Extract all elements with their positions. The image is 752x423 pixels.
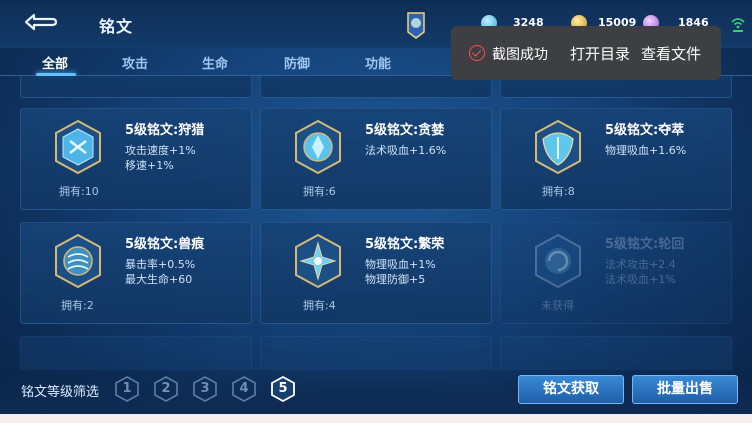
owned-count: 拥有:2 xyxy=(61,299,94,312)
toast-message: 截图成功 xyxy=(492,47,548,63)
level-number: 2 xyxy=(161,381,171,396)
card-stat: 法术吸血+1.6% xyxy=(365,144,447,157)
tab-function[interactable]: 功能 xyxy=(365,53,391,72)
inscription-card[interactable]: 5级铭文:贪婪 法术吸血+1.6% 拥有:6 xyxy=(260,108,492,210)
tab-attack[interactable]: 攻击 xyxy=(122,53,148,72)
owned-count: 拥有:10 xyxy=(59,185,99,198)
inscription-card[interactable]: 5级铭文:夺萃 物理吸血+1.6% 拥有:8 xyxy=(500,108,732,210)
reincarnation-gem-icon xyxy=(535,233,581,289)
inscription-card-locked[interactable]: 5级铭文:轮回 法术攻击+2.4 法术吸血+1% 未获得 xyxy=(500,222,732,324)
level-filter-label: 铭文等级筛选 xyxy=(21,385,100,400)
card-stat: 法术吸血+1% xyxy=(605,273,676,286)
screenshot-toast: 截图成功 打开目录 查看文件 xyxy=(451,26,721,80)
card-name: 5级铭文:兽痕 xyxy=(125,237,205,252)
card-stat: 最大生命+60 xyxy=(125,273,193,286)
inscription-card[interactable]: 5级铭文:狩猎 攻击速度+1% 移速+1% 拥有:10 xyxy=(20,108,252,210)
card-stat: 物理吸血+1.6% xyxy=(605,144,687,157)
tab-life[interactable]: 生命 xyxy=(202,53,228,72)
card-stat: 移速+1% xyxy=(125,159,174,172)
check-circle-icon xyxy=(469,45,485,61)
card-stat: 暴击率+0.5% xyxy=(125,258,196,271)
card-name: 5级铭文:贪婪 xyxy=(365,123,445,138)
page-title: 铭文 xyxy=(99,17,134,36)
level-number: 5 xyxy=(278,381,288,396)
inscription-card[interactable]: 5级铭文:兽痕 暴击率+0.5% 最大生命+60 拥有:2 xyxy=(20,222,252,324)
inscription-card-partial[interactable] xyxy=(260,336,492,370)
level-filter-1[interactable]: 1 xyxy=(115,376,139,402)
owned-count: 拥有:4 xyxy=(303,299,336,312)
bulk-sell-button[interactable]: 批量出售 xyxy=(632,375,738,404)
owned-count: 拥有:8 xyxy=(542,185,575,198)
card-stat: 物理吸血+1% xyxy=(365,258,436,271)
level-filter-4[interactable]: 4 xyxy=(232,376,256,402)
wifi-icon xyxy=(731,18,745,32)
plunder-gem-icon xyxy=(535,119,581,175)
level-number: 4 xyxy=(239,381,249,396)
back-arrow-icon[interactable] xyxy=(22,10,60,34)
greed-gem-icon xyxy=(295,119,341,175)
prosperity-gem-icon xyxy=(295,233,341,289)
owned-count: 拥有:6 xyxy=(303,185,336,198)
inscription-grid: 5级铭文:狩猎 攻击速度+1% 移速+1% 拥有:10 5级铭文:贪婪 法术吸血… xyxy=(0,76,752,370)
level-filter-3[interactable]: 3 xyxy=(193,376,217,402)
not-obtained-label: 未获得 xyxy=(541,299,574,312)
inscription-badge-icon[interactable] xyxy=(404,10,428,40)
bottom-edge-strip xyxy=(0,414,752,423)
open-directory-link[interactable]: 打开目录 xyxy=(570,43,630,64)
card-name: 5级铭文:繁荣 xyxy=(365,237,445,252)
card-name: 5级铭文:轮回 xyxy=(605,237,685,252)
inscription-card[interactable]: 5级铭文:繁荣 物理吸血+1% 物理防御+5 拥有:4 xyxy=(260,222,492,324)
level-filter-5[interactable]: 5 xyxy=(271,375,295,403)
level-filter-2[interactable]: 2 xyxy=(154,376,178,402)
card-name: 5级铭文:狩猎 xyxy=(125,123,205,138)
inscription-card-partial[interactable] xyxy=(500,336,732,370)
level-number: 3 xyxy=(200,381,210,396)
inscription-card-partial[interactable] xyxy=(20,336,252,370)
inscription-screen: 铭文 3248 15009 1846 全部 攻击 生命 防御 功能 截图成功 打… xyxy=(0,0,752,423)
card-stat: 法术攻击+2.4 xyxy=(605,258,676,271)
tab-defense[interactable]: 防御 xyxy=(284,53,310,72)
bottom-bar: 铭文等级筛选 1 2 3 4 5 铭文获取 批量出售 xyxy=(0,370,752,414)
level-number: 1 xyxy=(122,381,132,396)
card-name: 5级铭文:夺萃 xyxy=(605,123,685,138)
hunting-gem-icon xyxy=(55,119,101,175)
beast-mark-gem-icon xyxy=(55,233,101,289)
view-file-link[interactable]: 查看文件 xyxy=(641,43,701,64)
tab-all[interactable]: 全部 xyxy=(42,53,68,72)
obtain-inscription-button[interactable]: 铭文获取 xyxy=(518,375,624,404)
inscription-card-partial[interactable] xyxy=(20,76,252,98)
card-stat: 物理防御+5 xyxy=(365,273,426,286)
card-stat: 攻击速度+1% xyxy=(125,144,196,157)
